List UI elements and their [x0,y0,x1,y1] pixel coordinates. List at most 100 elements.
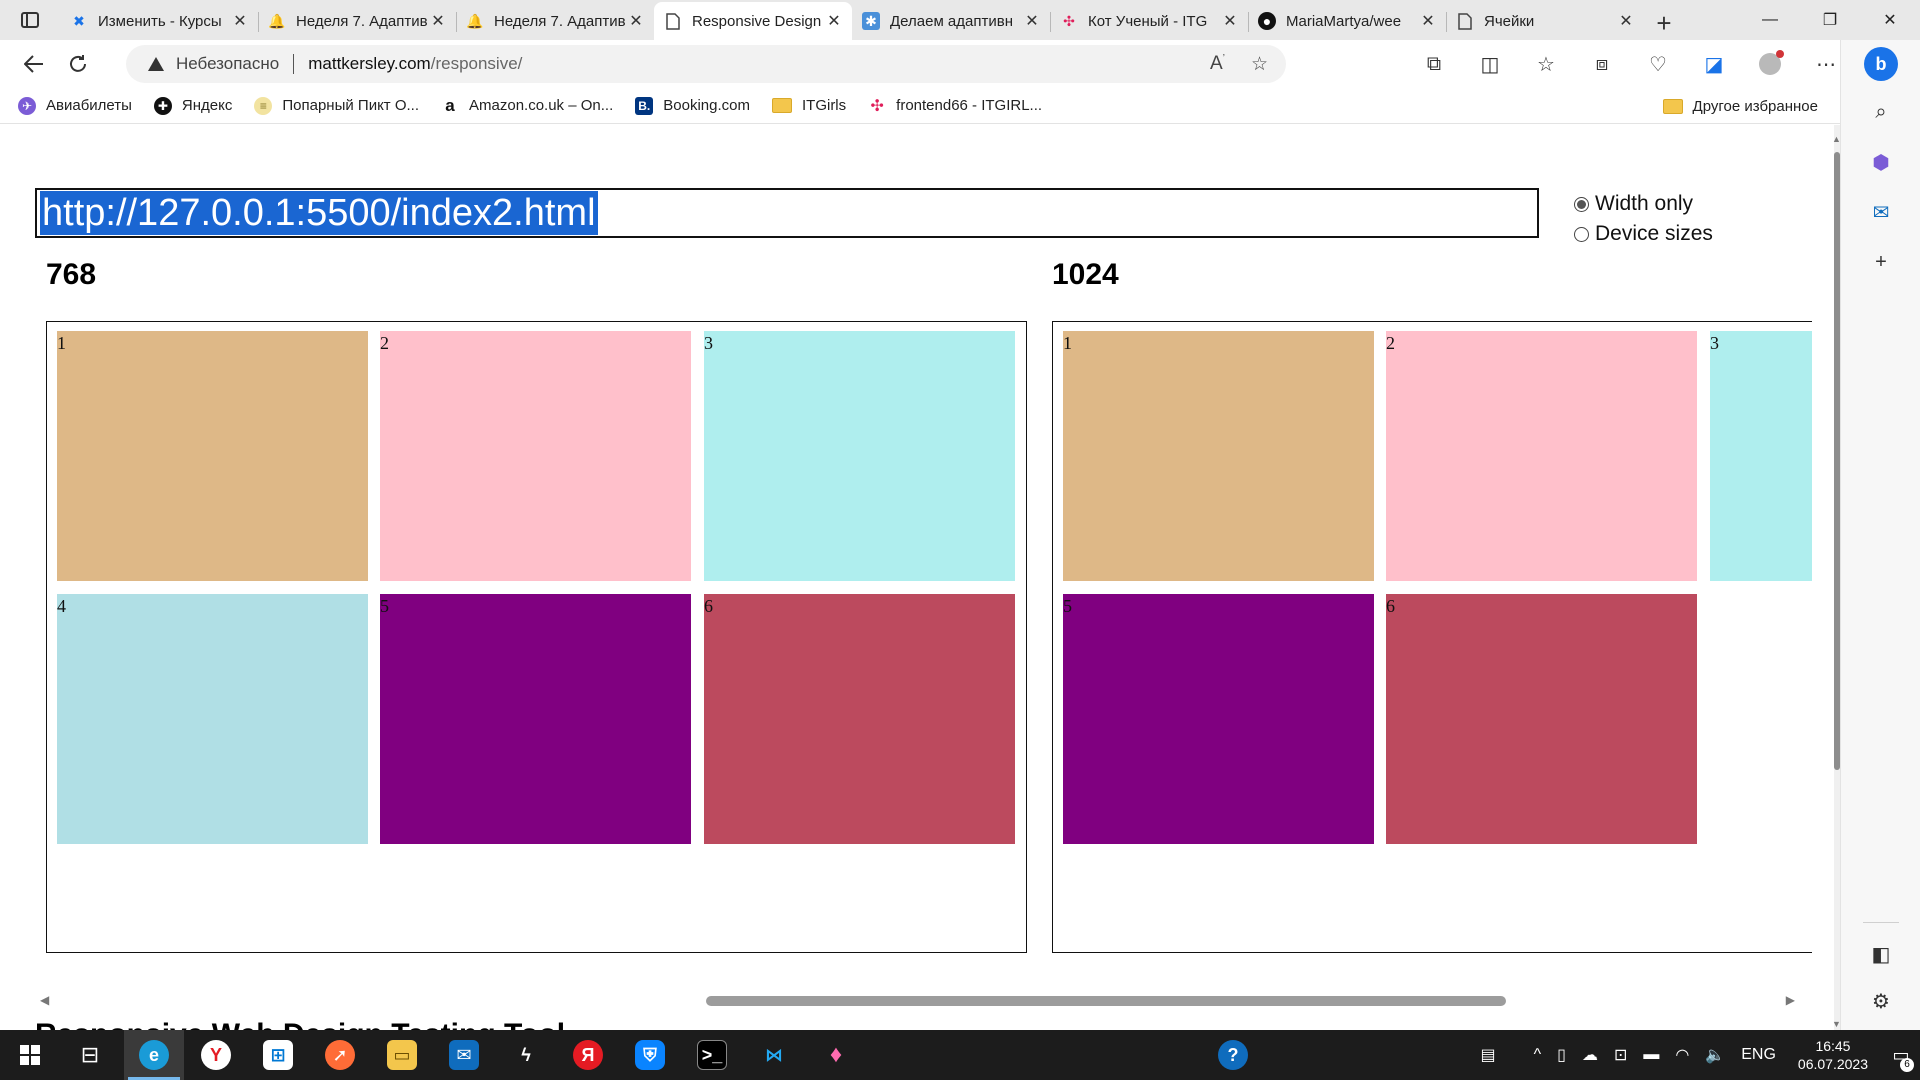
onedrive-icon[interactable]: ☁ [1582,1045,1598,1065]
test-url-input[interactable]: http://127.0.0.1:5500/index2.html [35,188,1539,238]
bookmark-other-favorites[interactable]: Другое избранное [1662,88,1818,124]
microsoft-store-icon[interactable]: ⊞ [248,1030,308,1080]
scrollbar-thumb[interactable] [706,996,1506,1006]
insecure-label[interactable]: Небезопасно [176,54,279,74]
address-bar[interactable]: Небезопасно mattkersley.com/responsive/ … [126,45,1286,83]
close-tab-icon[interactable]: ✕ [1024,11,1040,31]
bookmark-aviasales[interactable]: ✈ Авиабилеты [18,96,132,115]
bookmark-booking[interactable]: B. Booking.com [635,96,750,115]
clock[interactable]: 16:45 06.07.2023 [1798,1037,1868,1073]
profile-button[interactable] [1742,44,1798,84]
help-icon[interactable]: ? [1203,1030,1263,1080]
bookmark-folder-itgirls[interactable]: ITGirls [771,97,846,114]
sidebar-settings-icon[interactable]: ⚙ [1841,981,1920,1021]
pict-icon: ≡ [254,96,273,115]
back-button[interactable] [12,44,56,84]
page-heading: Responsive Web Design Testing Tool [35,1018,565,1030]
language-indicator[interactable]: ENG [1741,1046,1776,1064]
minimize-icon[interactable]: — [1740,0,1800,40]
start-button-icon[interactable] [0,1030,60,1080]
postman-icon[interactable]: ➚ [310,1030,370,1080]
close-tab-icon[interactable]: ✕ [430,11,446,31]
bookmark-frontend66[interactable]: ✣ frontend66 - ITGIRL... [868,97,1042,115]
tab-2[interactable]: 🔔 Неделя 7. Адаптив ✕ [456,4,654,38]
paint-drop-icon[interactable]: ♦ [806,1030,866,1080]
scroll-right-icon[interactable]: ▶ [1786,993,1795,1007]
bing-chat-button[interactable]: b [1841,44,1920,84]
bookmark-label: Попарный Пикт О... [282,97,420,114]
show-hidden-icons[interactable]: ^ [1534,1046,1542,1064]
file-explorer-icon[interactable]: ▭ [372,1030,432,1080]
search-icon[interactable]: ⌕ [1841,92,1920,132]
outlook-icon[interactable]: ✉ [1841,192,1920,232]
system-tray: ▤ ^ ▯ ☁ ⊡ ▬ ◠ 🔈 ENG 16:45 06.07.2023 ▭ 6 [1473,1030,1920,1080]
network-icon[interactable]: ⊡ [1614,1045,1627,1065]
horizontal-scrollbar[interactable]: ◀ ▶ [35,990,1795,1010]
split-screen-icon[interactable]: ◫ [1462,44,1518,84]
favorite-star-icon[interactable]: ☆ [1251,53,1268,76]
browser-essentials-icon[interactable]: ♡ [1630,44,1686,84]
yandex-icon[interactable]: Я [558,1030,618,1080]
read-aloud-icon[interactable]: Aʼ [1210,53,1225,75]
radio-button[interactable] [1574,196,1589,212]
scroll-left-icon[interactable]: ◀ [40,993,49,1007]
grid-cell: 5 [380,594,691,844]
edge-icon[interactable]: e [124,1030,184,1080]
edge-bar-icon[interactable]: ◪ [1686,44,1742,84]
yandex-browser-icon[interactable]: Y [186,1030,246,1080]
office-icon[interactable]: ⬢ [1841,142,1920,182]
close-tab-icon[interactable]: ✕ [628,11,644,31]
close-tab-icon[interactable]: ✕ [1618,11,1634,31]
add-sidebar-app-icon[interactable]: + [1841,242,1920,282]
wifi-icon[interactable]: ◠ [1675,1045,1689,1065]
warning-icon[interactable] [148,57,164,71]
collections-icon[interactable]: ⧈ [1574,44,1630,84]
tab-6[interactable]: ● MariaMartya/wee ✕ [1248,4,1446,38]
refresh-button[interactable] [56,44,100,84]
tab-7[interactable]: Ячейки ✕ [1446,4,1644,38]
bookmark-amazon[interactable]: a Amazon.co.uk – On... [441,96,613,115]
vpn-shield-icon[interactable]: ⛨ [620,1030,680,1080]
page-icon [1456,12,1474,30]
notifications-button[interactable]: ▭ 6 [1882,1030,1920,1080]
battery-icon[interactable]: ▬ [1643,1046,1659,1064]
slack-icon: ✣ [870,97,884,115]
preview-frame-768[interactable]: 1 2 3 4 5 6 [46,321,1027,953]
bookmark-pict[interactable]: ≡ Попарный Пикт О... [254,96,420,115]
grid-cell: 6 [1386,594,1697,844]
grid-cell: 2 [380,331,691,581]
close-window-icon[interactable]: ✕ [1860,0,1920,40]
device-icon[interactable]: ▯ [1557,1045,1566,1065]
tab-actions-button[interactable] [0,0,60,40]
mail-icon[interactable]: ✉ [434,1030,494,1080]
cell-number: 3 [704,333,713,353]
volume-icon[interactable]: 🔈 [1705,1045,1725,1065]
tab-3[interactable]: Responsive Design ✕ [654,2,852,40]
terminal-icon[interactable]: >_ [682,1030,742,1080]
new-tab-button[interactable]: + [1644,6,1684,40]
tab-title: Изменить - Курсы [98,12,222,30]
radio-device-sizes[interactable]: Device sizes [1574,219,1713,249]
restore-icon[interactable]: ❐ [1800,0,1860,40]
preview-frame-1024[interactable]: 1 2 3 5 6 [1052,321,1812,953]
tab-1[interactable]: 🔔 Неделя 7. Адаптив ✕ [258,4,456,38]
tab-0[interactable]: ✖ Изменить - Курсы ✕ [60,4,258,38]
radio-width-only[interactable]: Width only [1574,189,1713,219]
news-widget-icon[interactable]: ▤ [1481,1045,1496,1065]
radio-button[interactable] [1574,226,1589,242]
tab-5[interactable]: ✣ Кот Ученый - ITG ✕ [1050,4,1248,38]
favorites-icon[interactable]: ☆ [1518,44,1574,84]
tab-actions-icon [21,12,39,28]
hide-sidebar-icon[interactable]: ◧ [1841,934,1920,974]
task-view-icon[interactable]: ⊟ [60,1030,120,1080]
extensions-icon[interactable]: ⧉ [1406,44,1462,84]
bookmarks-bar: ✈ Авиабилеты ✚ Яндекс ≡ Попарный Пикт О.… [0,88,1880,124]
sublime-icon[interactable]: ϟ [496,1030,556,1080]
close-tab-icon[interactable]: ✕ [826,11,842,31]
close-tab-icon[interactable]: ✕ [1420,11,1436,31]
vscode-icon[interactable]: ⋈ [744,1030,804,1080]
tab-4[interactable]: ✱ Делаем адаптивн ✕ [852,4,1050,38]
bookmark-yandex[interactable]: ✚ Яндекс [153,96,232,115]
close-tab-icon[interactable]: ✕ [232,11,248,31]
close-tab-icon[interactable]: ✕ [1222,11,1238,31]
